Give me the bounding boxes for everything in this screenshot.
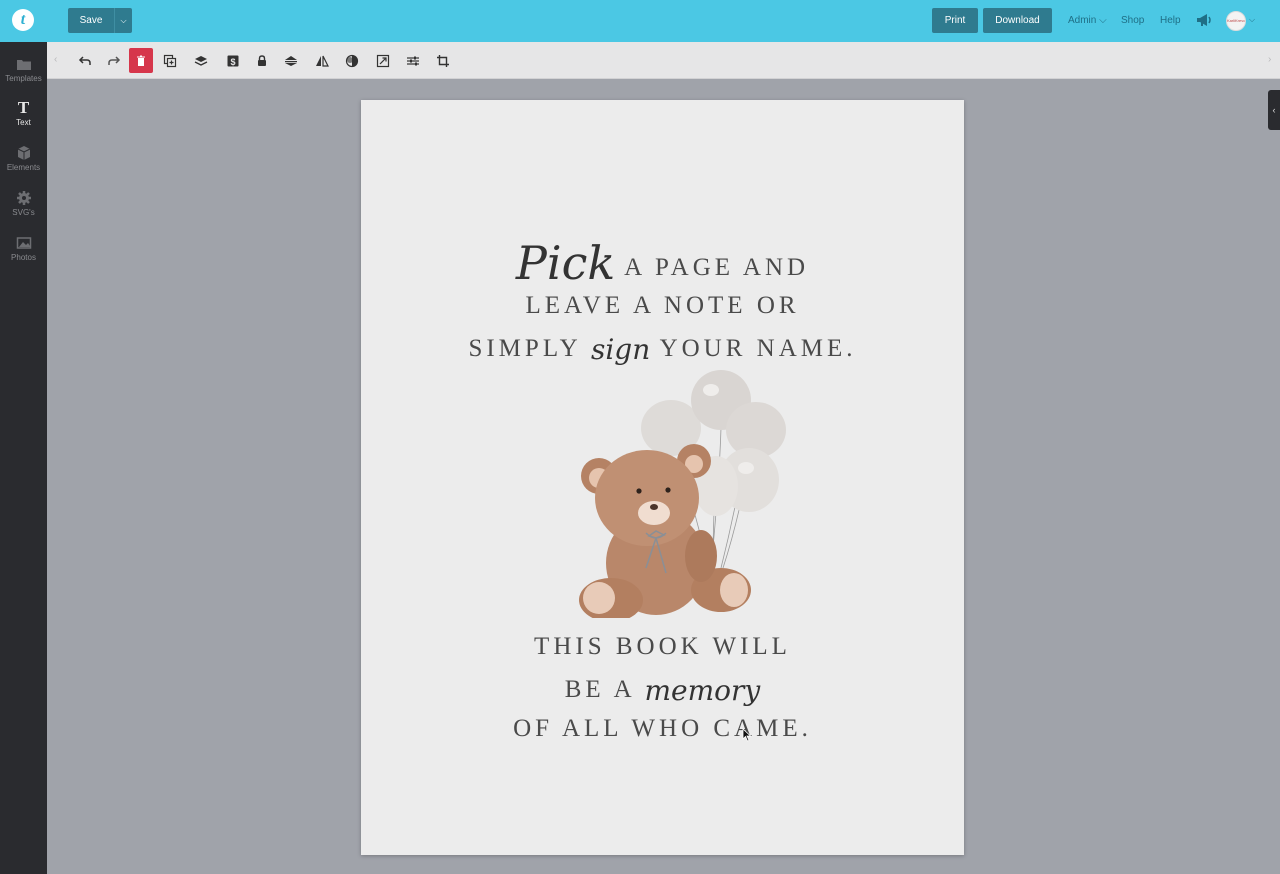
delete-button[interactable]	[129, 48, 153, 73]
sidebar-item-label: Elements	[6, 163, 41, 172]
editor-toolbar: ‹ $ ›	[47, 42, 1280, 79]
duplicate-button[interactable]	[158, 48, 182, 73]
sidebar-item-label: SVG's	[12, 208, 35, 217]
text-icon: T	[17, 98, 30, 117]
text-line-2[interactable]: LEAVE A NOTE OR	[361, 292, 964, 320]
text-line-1-rest: A PAGE AND	[615, 254, 810, 281]
folder-icon	[16, 60, 31, 70]
teddy-bear-balloons-image[interactable]	[571, 368, 791, 618]
gear-icon	[16, 191, 31, 205]
left-sidebar: Templates T Text Elements SVG's Photos	[0, 42, 47, 874]
text-line-3-pre: SIMPLY	[468, 335, 591, 362]
cube-icon	[17, 146, 30, 160]
mouse-cursor-icon	[742, 728, 752, 742]
save-button-group: Save ⌵	[68, 8, 132, 33]
script-word-pick: Pick	[515, 236, 616, 290]
right-panel-toggle[interactable]: ‹	[1268, 90, 1280, 130]
save-button[interactable]: Save	[68, 8, 114, 33]
duplicate-icon	[163, 54, 177, 67]
design-canvas[interactable]: Pick A PAGE AND LEAVE A NOTE OR SIMPLY s…	[361, 100, 964, 855]
undo-button[interactable]	[73, 48, 97, 73]
align-button[interactable]	[279, 48, 303, 73]
flip-button[interactable]	[310, 48, 334, 73]
sidebar-item-label: Photos	[11, 253, 36, 262]
crop-button[interactable]	[431, 48, 455, 73]
align-icon	[285, 55, 297, 66]
save-options-button[interactable]: ⌵	[114, 8, 132, 33]
sidebar-item-elements[interactable]: Elements	[0, 145, 47, 172]
redo-icon	[108, 55, 121, 65]
download-button[interactable]: Download	[983, 8, 1052, 33]
print-button[interactable]: Print	[932, 8, 978, 33]
help-link[interactable]: Help	[1160, 15, 1181, 26]
opacity-button[interactable]	[340, 48, 364, 73]
sidebar-item-label: Text	[16, 118, 31, 127]
script-word-memory: memory	[644, 674, 761, 707]
layers-button[interactable]	[189, 48, 213, 73]
sidebar-item-label: Templates	[5, 74, 42, 83]
lock-button[interactable]	[250, 48, 274, 73]
chevron-down-icon[interactable]: ⌵	[1249, 15, 1255, 25]
text-line-4[interactable]: THIS BOOK WILL	[361, 633, 964, 661]
adjust-button[interactable]	[401, 48, 425, 73]
price-button[interactable]: $	[221, 48, 245, 73]
opacity-icon	[345, 54, 359, 67]
text-line-5[interactable]: BE A memory	[361, 674, 964, 707]
flip-icon	[316, 55, 329, 67]
currency-icon: $	[227, 55, 239, 67]
avatar[interactable]: KarliKrevo	[1226, 11, 1246, 31]
sidebar-item-templates[interactable]: Templates	[0, 56, 47, 83]
sidebar-item-photos[interactable]: Photos	[0, 235, 47, 262]
crop-icon	[437, 54, 449, 67]
sliders-icon	[407, 56, 419, 65]
undo-icon	[78, 55, 91, 65]
sidebar-item-svgs[interactable]: SVG's	[0, 190, 47, 217]
resize-icon	[376, 54, 390, 67]
text-line-3[interactable]: SIMPLY sign YOUR NAME.	[361, 333, 964, 366]
image-icon	[16, 237, 31, 249]
text-line-5-pre: BE A	[564, 676, 645, 703]
trash-icon	[137, 55, 145, 66]
sidebar-item-text[interactable]: T Text	[0, 98, 47, 127]
svg-text:$: $	[230, 57, 235, 67]
lock-icon	[258, 54, 266, 66]
text-line-1[interactable]: Pick A PAGE AND	[361, 236, 964, 290]
shop-link[interactable]: Shop	[1121, 15, 1144, 26]
megaphone-icon[interactable]	[1196, 13, 1212, 27]
top-bar: t Save ⌵ Print Download Admin ⌵ Shop Hel…	[0, 0, 1280, 42]
admin-menu[interactable]: Admin ⌵	[1068, 15, 1107, 26]
toolbar-scroll-left[interactable]: ‹	[54, 54, 57, 65]
toolbar-scroll-right[interactable]: ›	[1268, 54, 1271, 65]
script-word-sign: sign	[590, 333, 651, 366]
resize-button[interactable]	[371, 48, 395, 73]
app-logo[interactable]: t	[12, 9, 34, 31]
text-line-6[interactable]: OF ALL WHO CAME.	[361, 715, 964, 743]
redo-button[interactable]	[102, 48, 126, 73]
text-line-3-post: YOUR NAME.	[650, 335, 857, 362]
layers-icon	[194, 55, 208, 66]
